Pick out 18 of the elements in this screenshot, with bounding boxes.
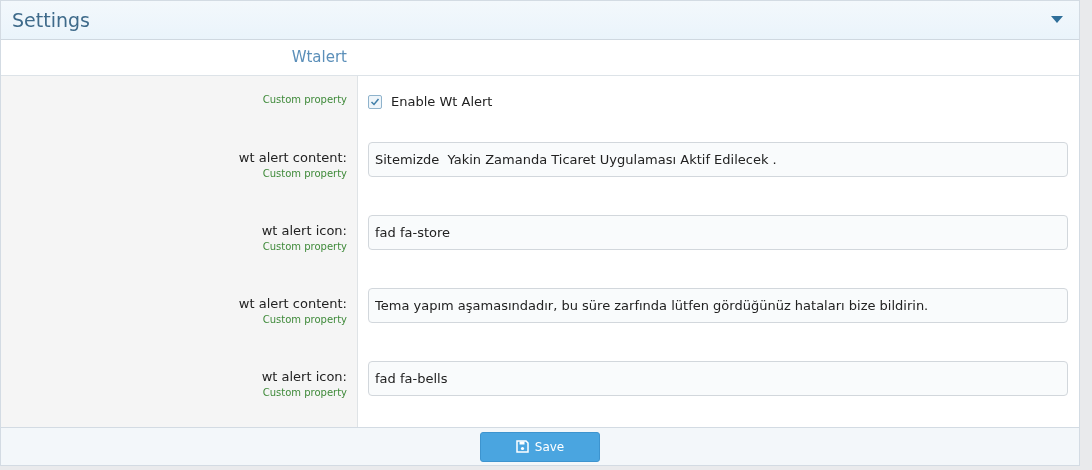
field-hint: Custom property [262,313,347,328]
field-label: wt alert icon: [261,368,347,387]
field-hint: Custom property [262,93,347,108]
field-label: wt alert content: [238,295,347,314]
section-title: Wtalert [290,47,347,69]
field-label: wt alert icon: [261,222,347,241]
field-label: wt alert content: [238,149,347,168]
enable-checkbox[interactable]: Enable Wt Alert [368,94,493,110]
text-field[interactable]: fad fa-store [368,215,1068,251]
field-hint: Custom property [262,167,347,182]
text-field[interactable]: Tema yapım aşamasındadır, bu süre zarfında lütfen gördüğünüz hataları bize bildirin. [368,288,1068,324]
checkmark-icon [370,96,380,107]
panel-title: Settings [12,9,90,32]
field-hint: Custom property [262,386,347,401]
field-hint: Custom property [262,240,347,255]
text-field[interactable]: Sitemizde Yakin Zamanda Ticaret Uygulaması Aktif Edilecek . [368,142,1068,178]
text-field[interactable]: fad fa-bells [368,361,1068,397]
collapse-caret-icon[interactable] [1051,16,1063,25]
